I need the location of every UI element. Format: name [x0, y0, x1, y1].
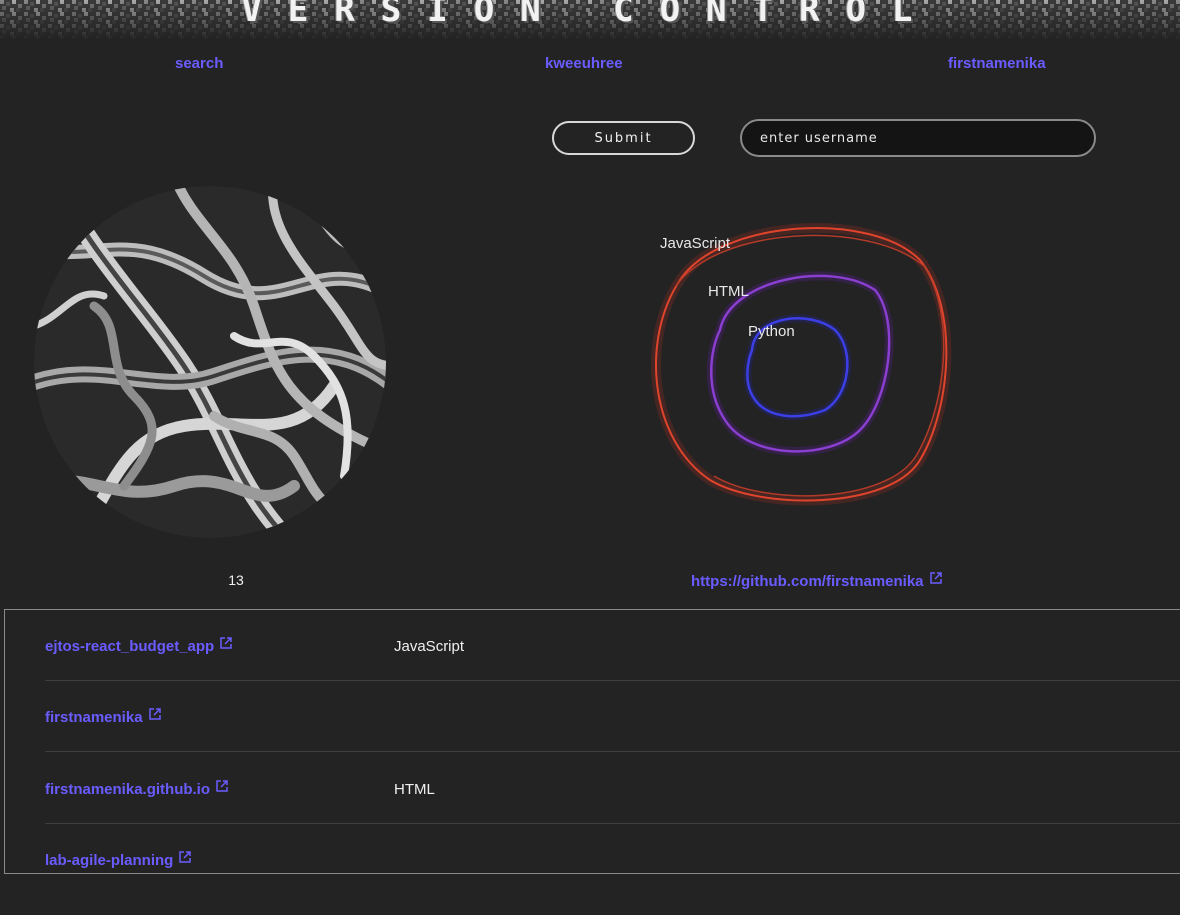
github-profile-link[interactable]: https://github.com/firstnamenika: [691, 572, 942, 590]
nav-search-link[interactable]: search: [175, 55, 223, 72]
page-title: VERSION CONTROL: [241, 0, 939, 30]
avatar: [34, 186, 386, 538]
avatar-image: [34, 186, 386, 538]
table-row: firstnamenika: [45, 681, 1180, 752]
repo-name: firstnamenika.github.io: [45, 781, 211, 798]
external-link-icon: [216, 780, 228, 792]
nav-user-kweeuhree-link[interactable]: kweeuhree: [545, 55, 623, 72]
repo-language: JavaScript: [394, 638, 465, 655]
submit-button[interactable]: Submit: [552, 121, 695, 155]
table-row: ejtos-react_budget_app JavaScript: [45, 610, 1180, 681]
external-link-icon: [929, 572, 942, 584]
username-input[interactable]: [740, 119, 1096, 157]
repo-link[interactable]: lab-agile-planning: [45, 851, 192, 869]
ring-label-html: HTML: [708, 283, 749, 300]
table-row: firstnamenika.github.io HTML: [45, 753, 1180, 824]
external-link-icon: [179, 851, 192, 863]
repo-name: ejtos-react_budget_app: [45, 638, 215, 655]
repo-name: firstnamenika: [45, 709, 143, 726]
language-rings-chart: JavaScript HTML Python: [640, 220, 960, 530]
header-banner: VERSION CONTROL: [0, 0, 1180, 40]
repo-language: HTML: [394, 781, 435, 798]
ring-javascript: [651, 223, 952, 506]
repo-link[interactable]: firstnamenika: [45, 708, 161, 726]
repo-link[interactable]: ejtos-react_budget_app: [45, 637, 232, 655]
external-link-icon: [148, 708, 161, 720]
repo-table: ejtos-react_budget_app JavaScript firstn…: [4, 609, 1180, 874]
external-link-icon: [220, 637, 232, 649]
repo-link[interactable]: firstnamenika.github.io: [45, 780, 228, 798]
ring-label-python: Python: [748, 323, 795, 340]
table-row: lab-agile-planning: [45, 824, 1180, 873]
nav-user-firstnamenika-link[interactable]: firstnamenika: [948, 55, 1046, 72]
repo-name: lab-agile-planning: [45, 852, 174, 869]
ring-label-javascript: JavaScript: [660, 235, 731, 252]
repo-count: 13: [228, 572, 244, 588]
github-profile-link-label: https://github.com/firstnamenika: [691, 573, 924, 590]
